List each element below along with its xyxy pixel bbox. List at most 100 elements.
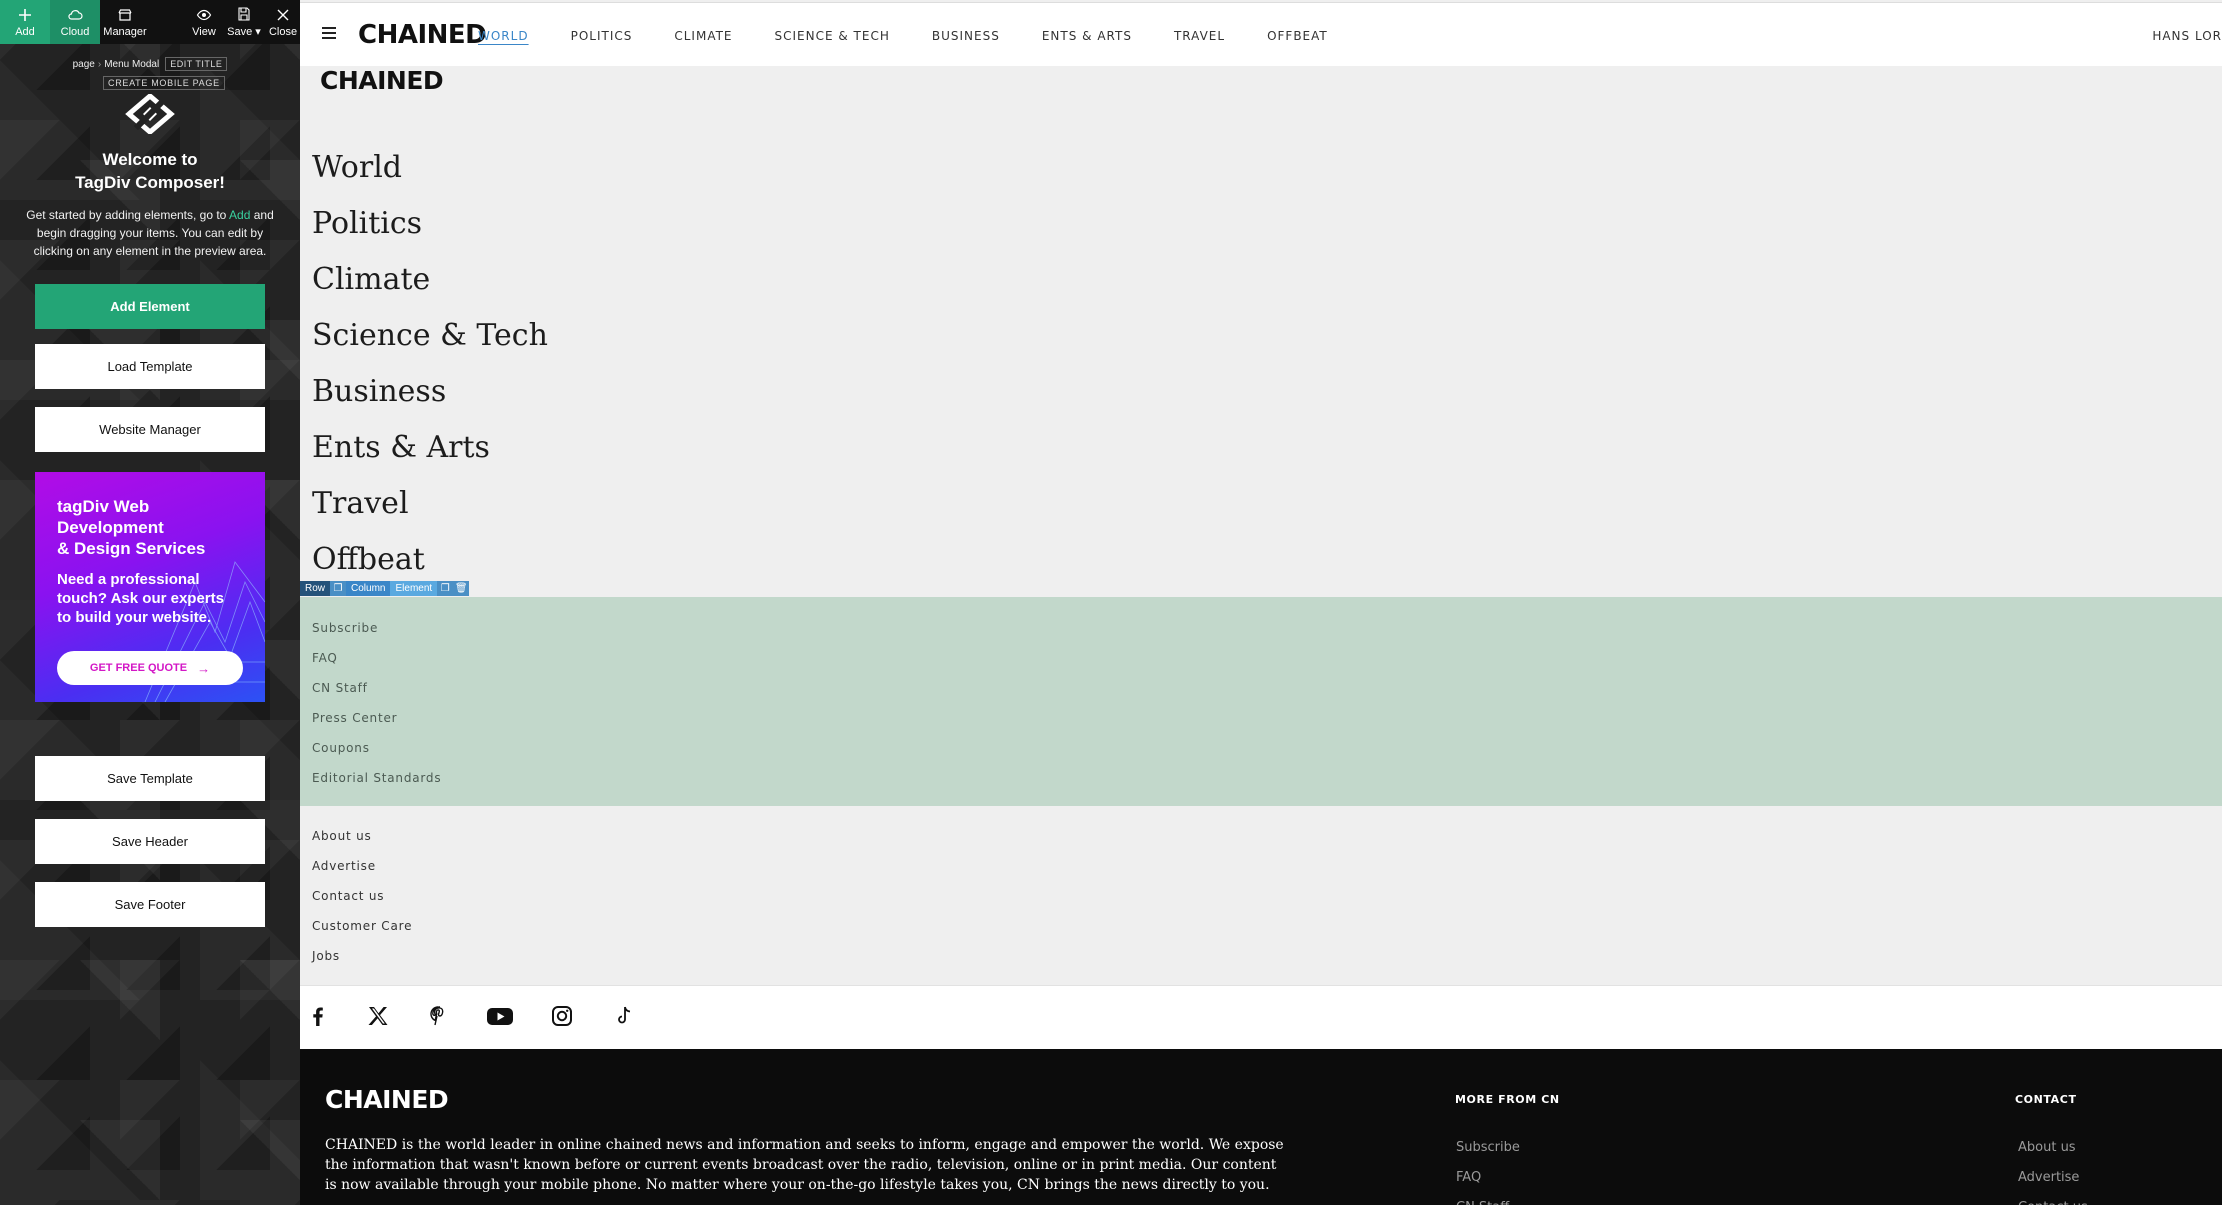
promo-banner[interactable]: tagDiv Web Development & Design Services… [35, 472, 265, 702]
nav-item-business[interactable]: BUSINESS [932, 29, 1000, 43]
menu-item-politics[interactable]: Politics [312, 196, 548, 252]
manager-button-label: Manager [103, 25, 147, 38]
link-cn-staff[interactable]: CN Staff [312, 673, 441, 703]
menu-item-offbeat[interactable]: Offbeat [312, 532, 548, 588]
element-copy-icon[interactable]: ❐ [437, 581, 454, 596]
menu-item-science-tech[interactable]: Science & Tech [312, 308, 548, 364]
menu-item-business[interactable]: Business [312, 364, 548, 420]
instagram-icon[interactable] [550, 1004, 574, 1028]
main-nav: WORLD POLITICS CLIMATE SCIENCE & TECH BU… [478, 29, 1370, 43]
load-template-button[interactable]: Load Template [35, 344, 265, 389]
nav-item-travel[interactable]: TRAVEL [1174, 29, 1225, 43]
site-footer: CHAINED CHAINED is the world leader in o… [300, 1049, 2222, 1205]
welcome-intro: Get started by adding elements, go to Ad… [24, 206, 276, 260]
breadcrumb: page › Menu Modal EDIT TITLE [0, 57, 300, 71]
menu-item-ents-arts[interactable]: Ents & Arts [312, 420, 548, 476]
link-about-us[interactable]: About us [312, 821, 412, 851]
composer-toolbar: Add Cloud Manager View Save ▾ Close [0, 0, 300, 44]
link-jobs[interactable]: Jobs [312, 941, 412, 971]
user-name[interactable]: HANS LOR [2152, 29, 2222, 43]
close-button-label: Close [268, 25, 298, 38]
element-selector[interactable]: Element [390, 581, 438, 596]
footer-link-about-us[interactable]: About us [2018, 1133, 2088, 1163]
save-header-button[interactable]: Save Header [35, 819, 265, 864]
trash-icon[interactable]: 🗑 [453, 581, 470, 596]
menu-modal-logo[interactable]: CHAINED [320, 66, 444, 95]
link-coupons[interactable]: Coupons [312, 733, 441, 763]
add-button-label: Add [15, 25, 35, 38]
site-header: CHAINED WORLD POLITICS CLIMATE SCIENCE &… [300, 2, 2222, 66]
save-button[interactable]: Save ▾ [224, 0, 264, 44]
welcome-title: Welcome to TagDiv Composer! [75, 150, 225, 192]
cloud-button[interactable]: Cloud [50, 0, 100, 44]
links-list-secondary: About us Advertise Contact us Customer C… [312, 821, 412, 971]
intro-text-start: Get started by adding elements, go to [26, 208, 230, 222]
cloud-button-label: Cloud [60, 25, 90, 38]
create-mobile-page-button[interactable]: CREATE MOBILE PAGE [103, 76, 225, 90]
arrow-right-icon: → [197, 660, 211, 676]
footer-link-advertise[interactable]: Advertise [2018, 1163, 2088, 1193]
menu-item-travel[interactable]: Travel [312, 476, 548, 532]
store-icon [118, 8, 132, 21]
footer-more-list: Subscribe FAQ CN Staff [1456, 1133, 1520, 1205]
row-selector[interactable]: Row [300, 581, 331, 596]
link-editorial-standards[interactable]: Editorial Standards [312, 763, 441, 793]
manager-button[interactable]: Manager [100, 0, 150, 44]
hamburger-menu-icon[interactable] [322, 27, 336, 39]
youtube-icon[interactable] [486, 1004, 514, 1028]
close-button[interactable]: Close [266, 0, 300, 44]
tiktok-icon[interactable] [612, 1004, 636, 1028]
promo-subtitle: Need a professional touch? Ask our exper… [57, 571, 224, 626]
website-manager-button[interactable]: Website Manager [35, 407, 265, 452]
intro-add-link[interactable]: Add [229, 208, 250, 222]
eye-icon [196, 9, 212, 20]
selected-element-highlight[interactable] [300, 597, 2222, 806]
x-twitter-icon[interactable] [366, 1004, 390, 1028]
footer-link-cn-staff[interactable]: CN Staff [1456, 1193, 1520, 1205]
footer-link-faq[interactable]: FAQ [1456, 1163, 1520, 1193]
link-faq[interactable]: FAQ [312, 643, 441, 673]
link-subscribe[interactable]: Subscribe [312, 613, 441, 643]
pinterest-icon[interactable] [426, 1004, 450, 1028]
breadcrumb-page[interactable]: page [73, 59, 95, 70]
save-icon [238, 7, 250, 21]
footer-link-contact-us[interactable]: Contact us [2018, 1193, 2088, 1205]
nav-item-politics[interactable]: POLITICS [571, 29, 633, 43]
menu-item-climate[interactable]: Climate [312, 252, 548, 308]
menu-item-world[interactable]: World [312, 140, 548, 196]
nav-item-science-tech[interactable]: SCIENCE & TECH [775, 29, 890, 43]
preview-area: CHAINED WORLD POLITICS CLIMATE SCIENCE &… [300, 0, 2222, 1205]
close-icon [277, 9, 289, 20]
save-template-button[interactable]: Save Template [35, 756, 265, 801]
nav-item-climate[interactable]: CLIMATE [674, 29, 732, 43]
column-selector[interactable]: Column [346, 581, 391, 596]
footer-more-title: MORE FROM CN [1455, 1093, 1560, 1106]
element-toolbar: Row ❐ Column Element ❐ 🗑 [300, 581, 470, 596]
breadcrumb-current: Menu Modal [104, 59, 160, 70]
link-customer-care[interactable]: Customer Care [312, 911, 412, 941]
link-contact-us[interactable]: Contact us [312, 881, 412, 911]
link-press-center[interactable]: Press Center [312, 703, 441, 733]
link-advertise[interactable]: Advertise [312, 851, 412, 881]
view-button[interactable]: View [188, 0, 220, 44]
menu-modal-list: World Politics Climate Science & Tech Bu… [312, 140, 548, 588]
footer-link-subscribe[interactable]: Subscribe [1456, 1133, 1520, 1163]
save-footer-button[interactable]: Save Footer [35, 882, 265, 927]
nav-item-ents-arts[interactable]: ENTS & ARTS [1042, 29, 1132, 43]
nav-item-offbeat[interactable]: OFFBEAT [1267, 29, 1328, 43]
add-element-button[interactable]: Add Element [35, 284, 265, 329]
add-button[interactable]: Add [0, 0, 50, 44]
facebook-icon[interactable] [306, 1004, 330, 1028]
get-free-quote-button[interactable]: GET FREE QUOTE → [57, 651, 243, 685]
nav-item-world[interactable]: WORLD [464, 29, 543, 43]
promo-title: tagDiv Web Development & Design Services [57, 497, 206, 558]
footer-logo[interactable]: CHAINED [325, 1085, 449, 1114]
row-copy-icon[interactable]: ❐ [330, 581, 347, 596]
social-icons-bar [300, 985, 2222, 1049]
links-list-primary: Subscribe FAQ CN Staff Press Center Coup… [312, 613, 441, 793]
edit-title-button[interactable]: EDIT TITLE [165, 57, 228, 71]
breadcrumb-separator: › [97, 59, 102, 70]
view-button-label: View [192, 25, 216, 38]
footer-description: CHAINED is the world leader in online ch… [325, 1137, 1284, 1193]
save-button-label: Save ▾ [227, 26, 261, 38]
